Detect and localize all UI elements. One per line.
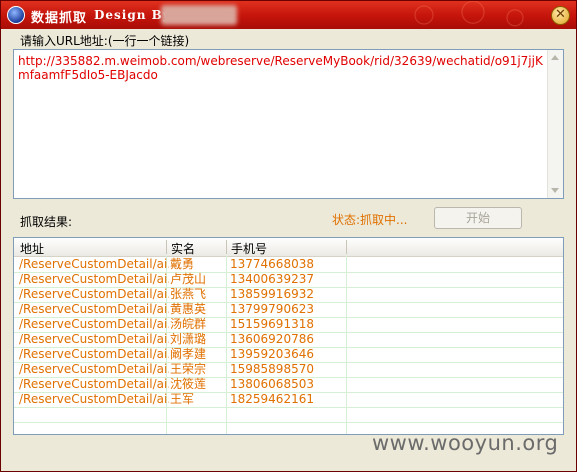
address-cell: /ReserveCustomDetail/ai... (19, 257, 169, 271)
phone-cell: 13799790623 (230, 302, 314, 316)
address-cell: /ReserveCustomDetail/ai... (19, 362, 169, 376)
url-text: http://335882.m.weimob.com/webreserve/Re… (18, 54, 543, 82)
phone-cell: 18259462161 (230, 392, 314, 406)
start-button[interactable]: 开始 (434, 207, 522, 229)
name-cell: 刘潇璐 (170, 332, 207, 346)
column-header-phone[interactable]: 手机号 (231, 240, 267, 257)
column-divider[interactable] (166, 240, 167, 254)
redacted-author (161, 5, 237, 25)
address-cell: /ReserveCustomDetail/ai... (19, 347, 169, 361)
url-input-label: 请输入URL地址:(一行一个链接) (20, 34, 190, 48)
app-icon (7, 6, 25, 24)
address-cell: /ReserveCustomDetail/ai... (19, 302, 169, 316)
table-row[interactable]: /ReserveCustomDetail/ai... 汤皖群 15159691318 (14, 317, 563, 333)
title-decoration (396, 1, 536, 29)
table-row[interactable]: /ReserveCustomDetail/ai... 黄惠英 13799790623 (14, 302, 563, 318)
table-header: 地址 实名 手机号 (14, 238, 563, 257)
table-row[interactable]: /ReserveCustomDetail/ai... 沈筱莲 13806068503 (14, 377, 563, 393)
address-cell: /ReserveCustomDetail/ai... (19, 287, 169, 301)
phone-cell: 13400639237 (230, 272, 314, 286)
name-cell: 沈筱莲 (170, 377, 207, 391)
table-row[interactable]: /ReserveCustomDetail/ai... 王军 18259462161 (14, 392, 563, 408)
table-row[interactable]: /ReserveCustomDetail/ai... 戴勇 13774668038 (14, 257, 563, 273)
column-header-address[interactable]: 地址 (20, 240, 44, 257)
phone-cell: 13606920786 (230, 332, 314, 346)
name-cell: 黄惠英 (170, 302, 207, 316)
phone-cell: 13806068503 (230, 377, 314, 391)
name-cell: 戴勇 (170, 257, 195, 271)
app-window: 数据抓取 Design By ✕ 请输入URL地址:(一行一个链接) http:… (0, 0, 577, 472)
name-cell: 张燕飞 (170, 287, 207, 301)
watermark: www.wooyun.org (372, 431, 559, 455)
url-textarea[interactable]: http://335882.m.weimob.com/webreserve/Re… (13, 49, 564, 199)
status-text: 状态:抓取中... (332, 213, 408, 227)
address-cell: /ReserveCustomDetail/ai... (19, 272, 169, 286)
table-row[interactable]: /ReserveCustomDetail/ai... 卢茂山 13400639237 (14, 272, 563, 288)
column-divider[interactable] (226, 240, 227, 254)
name-cell: 卢茂山 (170, 272, 207, 286)
title-bar[interactable]: 数据抓取 Design By ✕ (1, 1, 576, 29)
table-row[interactable] (14, 407, 563, 423)
results-label: 抓取结果: (20, 215, 73, 229)
url-scrollbar[interactable] (547, 50, 563, 198)
window-title: 数据抓取 (31, 11, 88, 26)
scroll-down-arrow-icon[interactable] (551, 188, 559, 193)
address-cell: /ReserveCustomDetail/ai... (19, 392, 169, 406)
address-cell: /ReserveCustomDetail/ai... (19, 377, 169, 391)
table-row[interactable]: /ReserveCustomDetail/ai... 王荣宗 15985898570 (14, 362, 563, 378)
phone-cell: 13859916932 (230, 287, 314, 301)
name-cell: 王荣宗 (170, 362, 207, 376)
table-row[interactable]: /ReserveCustomDetail/ai... 阚孝建 13959203646 (14, 347, 563, 363)
name-cell: 阚孝建 (170, 347, 207, 361)
table-row[interactable]: /ReserveCustomDetail/ai... 刘潇璐 13606920786 (14, 332, 563, 348)
column-header-name[interactable]: 实名 (171, 240, 195, 257)
scroll-up-arrow-icon[interactable] (551, 55, 559, 60)
phone-cell: 15985898570 (230, 362, 314, 376)
table-row[interactable]: /ReserveCustomDetail/ai... 张燕飞 13859916932 (14, 287, 563, 303)
design-by-label: Design By (94, 8, 171, 22)
address-cell: /ReserveCustomDetail/ai... (19, 317, 169, 331)
phone-cell: 13959203646 (230, 347, 314, 361)
close-button[interactable]: ✕ (551, 6, 570, 25)
column-divider[interactable] (346, 240, 347, 254)
name-cell: 王军 (170, 392, 195, 406)
phone-cell: 15159691318 (230, 317, 314, 331)
address-cell: /ReserveCustomDetail/ai... (19, 332, 169, 346)
phone-cell: 13774668038 (230, 257, 314, 271)
name-cell: 汤皖群 (170, 317, 207, 331)
results-table: 地址 实名 手机号 /ReserveCustomDetail/ai... 戴勇 13… (13, 237, 564, 435)
